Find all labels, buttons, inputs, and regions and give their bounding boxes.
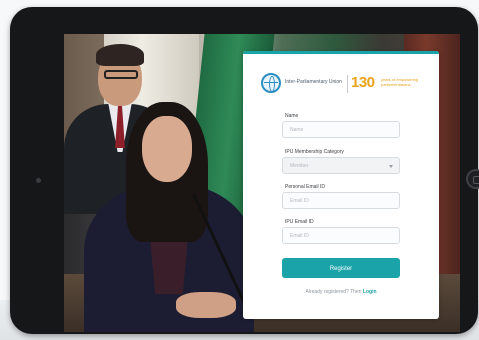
home-button[interactable] <box>466 169 479 189</box>
name-input[interactable]: Name <box>282 121 400 138</box>
tablet-screen: Inter-Parliamentary Union 130 years of e… <box>64 34 460 332</box>
anniversary-number: 130 <box>351 74 375 91</box>
login-prompt-text: Already registered? Then <box>305 289 362 295</box>
anniversary-text: years of empowering parliamentarians <box>381 77 419 87</box>
chevron-down-icon <box>389 165 393 168</box>
login-prompt: Already registered? Then Login <box>243 289 439 295</box>
membership-select[interactable]: Member <box>282 157 400 174</box>
ipu-email-placeholder: Email ID <box>290 233 309 239</box>
personal-email-label: Personal Email ID <box>285 184 326 190</box>
tablet-device: Inter-Parliamentary Union 130 years of e… <box>10 7 479 334</box>
camera-icon <box>36 178 41 183</box>
register-button[interactable]: Register <box>282 258 400 278</box>
logo-divider <box>347 75 348 93</box>
personal-email-input[interactable]: Email ID <box>282 192 400 209</box>
ipu-email-label: IPU Email ID <box>285 219 314 225</box>
card-accent-bar <box>243 51 439 54</box>
membership-selected: Member <box>290 163 309 169</box>
globe-icon <box>261 73 281 93</box>
register-card: Inter-Parliamentary Union 130 years of e… <box>243 51 439 319</box>
ipu-logo: Inter-Parliamentary Union 130 years of e… <box>261 73 431 95</box>
ipu-email-input[interactable]: Email ID <box>282 227 400 244</box>
login-link[interactable]: Login <box>363 289 377 295</box>
man-glasses <box>104 70 138 79</box>
org-name: Inter-Parliamentary Union <box>285 79 342 85</box>
woman-hand <box>176 292 236 318</box>
woman-face <box>142 116 192 182</box>
name-placeholder: Name <box>290 127 304 133</box>
membership-label: IPU Membership Category <box>285 149 344 155</box>
personal-email-placeholder: Email ID <box>290 198 309 204</box>
man-hair <box>96 44 144 66</box>
name-label: Name <box>285 113 299 119</box>
